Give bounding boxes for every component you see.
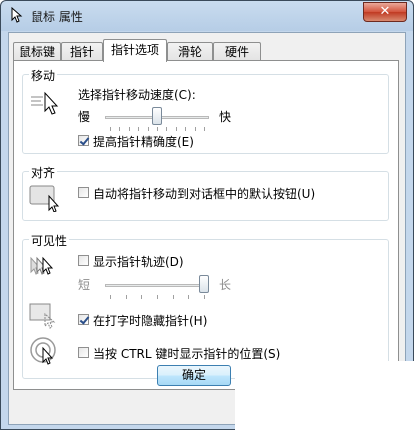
slider-tick xyxy=(188,295,190,299)
motion-group-title: 移动 xyxy=(29,67,58,84)
precision-label[interactable]: 提高指针精确度(E) xyxy=(93,133,194,150)
show-location-icon xyxy=(30,337,56,365)
mouse-properties-window: 鼠标 属性 ✕ 鼠标键 指针 指针选项 滑轮 硬件 移动 选择指针移动速度(C)… xyxy=(0,0,414,431)
fast-label: 快 xyxy=(219,110,232,124)
tab-buttons[interactable]: 鼠标键 xyxy=(13,42,61,61)
pointer-trails-icon xyxy=(30,256,54,275)
slider-tick xyxy=(138,127,140,131)
slider-tick xyxy=(185,127,187,131)
pointer-speed-icon xyxy=(31,91,59,115)
trails-slider-track[interactable] xyxy=(105,284,209,287)
show-location-checkbox[interactable] xyxy=(78,347,89,358)
slider-tick xyxy=(204,295,205,299)
title-bar[interactable]: 鼠标 属性 ✕ xyxy=(1,1,413,31)
hide-while-typing-label[interactable]: 在打字时隐藏指针(H) xyxy=(93,312,207,329)
short-label: 短 xyxy=(78,278,91,292)
snap-checkbox[interactable] xyxy=(78,187,89,198)
slider-tick xyxy=(166,127,168,131)
slider-tick xyxy=(172,295,174,299)
slider-tick xyxy=(128,127,130,131)
visibility-group: 可见性 显示指针轨迹(D) 短 长 在打字时隐藏指针(H) 当按 CTRL 键时… xyxy=(22,232,389,379)
tab-pointer-options[interactable]: 指针选项 xyxy=(103,39,167,62)
trails-slider-thumb[interactable] xyxy=(199,275,209,293)
precision-checkbox[interactable] xyxy=(78,135,89,146)
slider-tick xyxy=(157,295,158,299)
tab-hardware[interactable]: 硬件 xyxy=(213,42,261,61)
ok-button[interactable]: 确定 xyxy=(157,365,231,386)
show-location-label[interactable]: 当按 CTRL 键时显示指针的位置(S) xyxy=(93,345,280,362)
slider-tick xyxy=(194,127,196,131)
speed-label: 选择指针移动速度(C): xyxy=(78,88,196,102)
slow-label: 慢 xyxy=(78,110,91,124)
slider-tick xyxy=(119,127,121,131)
close-button[interactable]: ✕ xyxy=(363,2,407,22)
snap-group: 对齐 自动将指针移动到对话框中的默认按钮(U) xyxy=(22,164,389,221)
snap-group-title: 对齐 xyxy=(29,164,58,181)
visibility-group-title: 可见性 xyxy=(29,232,70,249)
motion-group: 移动 选择指针移动速度(C): 慢 快 提高指针精确度(E) xyxy=(22,67,389,154)
slider-tick xyxy=(204,127,205,131)
pointer-options-panel: 移动 选择指针移动速度(C): 慢 快 提高指针精确度(E) 对齐 自动将指针移… xyxy=(13,60,399,390)
slider-tick xyxy=(175,127,177,131)
tab-wheel[interactable]: 滑轮 xyxy=(167,42,213,61)
hide-while-typing-checkbox[interactable] xyxy=(78,314,89,325)
window-title: 鼠标 属性 xyxy=(31,10,83,24)
tab-pointers[interactable]: 指针 xyxy=(61,42,103,61)
hide-while-typing-icon xyxy=(29,303,56,329)
slider-tick xyxy=(147,127,149,131)
snap-to-button-icon xyxy=(29,185,60,212)
speed-slider-thumb[interactable] xyxy=(152,107,162,125)
mouse-pointer-icon xyxy=(11,7,23,23)
long-label: 长 xyxy=(219,278,232,292)
slider-tick xyxy=(157,127,158,131)
snap-label[interactable]: 自动将指针移动到对话框中的默认按钮(U) xyxy=(93,185,315,202)
blank-region xyxy=(235,361,414,431)
slider-tick xyxy=(110,127,111,131)
slider-tick xyxy=(110,295,111,299)
trails-checkbox[interactable] xyxy=(78,255,89,266)
slider-tick xyxy=(125,295,127,299)
trails-label[interactable]: 显示指针轨迹(D) xyxy=(93,253,184,270)
slider-tick xyxy=(141,295,143,299)
